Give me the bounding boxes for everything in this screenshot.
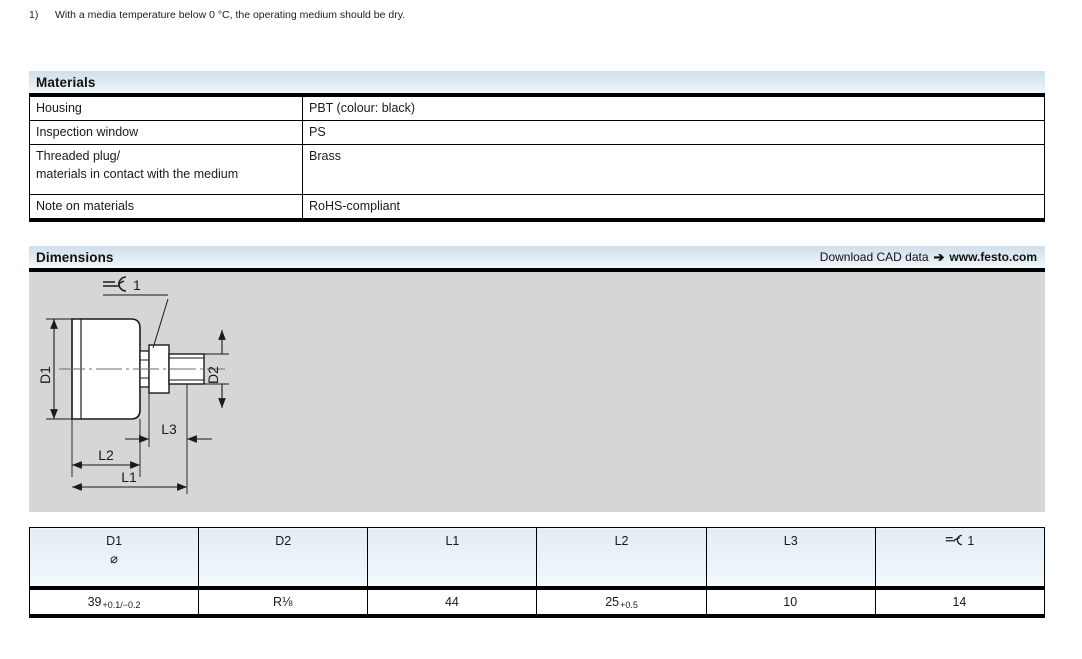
dim-value-tolerance: +0.5 <box>620 600 638 610</box>
arrow-right-icon: ➔ <box>933 249 945 264</box>
drawing-label-spanner: 1 <box>133 277 141 293</box>
table-row: Inspection window PS <box>29 120 1045 145</box>
dimension-table: D1 ⌀ D2 L1 L2 L3 1 39+0.1/−0.2 R⅛ 44 25+… <box>29 527 1045 618</box>
table-row: Note on materials RoHS-compliant <box>29 194 1045 220</box>
dim-col-header-l2: L2 <box>536 527 707 590</box>
footnote-marker: 1) <box>29 9 39 21</box>
dim-value-d2: R⅛ <box>198 588 369 616</box>
dim-col-header-l3: L3 <box>706 527 876 590</box>
dim-col-title: D1 <box>106 534 123 548</box>
material-value: RoHS-compliant <box>302 194 1045 220</box>
drawing-label-l2: L2 <box>98 447 114 463</box>
spanner-size-icon <box>103 276 127 292</box>
dim-value-tolerance: +0.1/−0.2 <box>102 600 141 610</box>
dim-value-main: R⅛ <box>273 595 293 609</box>
diameter-icon: ⌀ <box>110 551 118 566</box>
table-header-row: D1 ⌀ D2 L1 L2 L3 1 <box>29 527 1045 590</box>
drawing-label-d2: D2 <box>205 366 221 384</box>
material-value: Brass <box>302 144 1045 195</box>
material-key: Inspection window <box>29 120 303 145</box>
dim-col-header-d2: D2 <box>198 527 369 590</box>
dimensions-title: Dimensions <box>36 249 114 265</box>
dim-value-main: 25 <box>605 595 620 609</box>
dimensions-header: Dimensions Download CAD data ➔ www.festo… <box>29 246 1045 272</box>
dim-col-header-d1: D1 ⌀ <box>29 527 200 590</box>
dim-value-main: 10 <box>783 595 798 609</box>
material-key: Note on materials <box>29 194 303 220</box>
dim-value-l2: 25+0.5 <box>536 588 707 616</box>
dim-col-title: L2 <box>614 534 629 548</box>
materials-header: Materials <box>29 71 1045 97</box>
dim-value-d1: 39+0.1/−0.2 <box>29 588 200 616</box>
dim-col-header-spanner: 1 <box>875 527 1045 590</box>
spanner-leader-line <box>152 298 169 349</box>
footnote: 1) With a media temperature below 0 °C, … <box>29 8 1045 22</box>
dim-col-title: L1 <box>445 534 460 548</box>
dim-col-title: 1 <box>877 533 1043 550</box>
dimension-values-section: D1 ⌀ D2 L1 L2 L3 1 39+0.1/−0.2 R⅛ 44 25+… <box>29 527 1045 618</box>
technical-drawing: D1 D2 L3 L2 L1 1 <box>29 272 1045 512</box>
material-value: PBT (colour: black) <box>302 97 1045 121</box>
table-row: 39+0.1/−0.2 R⅛ 44 25+0.5 10 14 <box>29 588 1045 616</box>
drawing-label-l3: L3 <box>161 421 177 437</box>
material-key-line2: materials in contact with the medium <box>36 167 239 181</box>
table-row: Housing PBT (colour: black) <box>29 97 1045 121</box>
dim-value-main: 39 <box>87 595 102 609</box>
drawing-label-d1: D1 <box>37 366 53 384</box>
spanner-size-icon <box>946 534 963 546</box>
drawing-label-l1: L1 <box>121 469 137 485</box>
dim-col-title: D2 <box>275 534 292 548</box>
dimensions-section: Dimensions Download CAD data ➔ www.festo… <box>29 246 1045 512</box>
cad-download-url: www.festo.com <box>949 250 1037 264</box>
table-row: Threaded plug/ materials in contact with… <box>29 144 1045 195</box>
dim-value-l3: 10 <box>706 588 876 616</box>
cad-download-link[interactable]: Download CAD data ➔ www.festo.com <box>820 250 1037 264</box>
material-value: PS <box>302 120 1045 145</box>
dim-col-header-l1: L1 <box>367 527 538 590</box>
dim-value-main: 44 <box>444 595 459 609</box>
material-key-line1: Threaded plug/ <box>36 149 121 163</box>
dim-value-l1: 44 <box>367 588 538 616</box>
material-key: Housing <box>29 97 303 121</box>
dim-col-title-text: 1 <box>967 534 975 548</box>
material-key: Threaded plug/ materials in contact with… <box>29 144 303 195</box>
materials-section: Materials Housing PBT (colour: black) In… <box>29 71 1045 222</box>
dim-value-spanner: 14 <box>875 588 1045 616</box>
materials-table: Housing PBT (colour: black) Inspection w… <box>29 97 1045 222</box>
cad-download-label: Download CAD data <box>819 250 929 264</box>
dim-value-main: 14 <box>952 595 967 609</box>
gauge-drawing-svg: D1 D2 L3 L2 L1 1 <box>37 276 229 494</box>
footnote-text: With a media temperature below 0 °C, the… <box>55 9 406 21</box>
materials-title: Materials <box>36 74 96 90</box>
dim-col-title: L3 <box>783 534 798 548</box>
